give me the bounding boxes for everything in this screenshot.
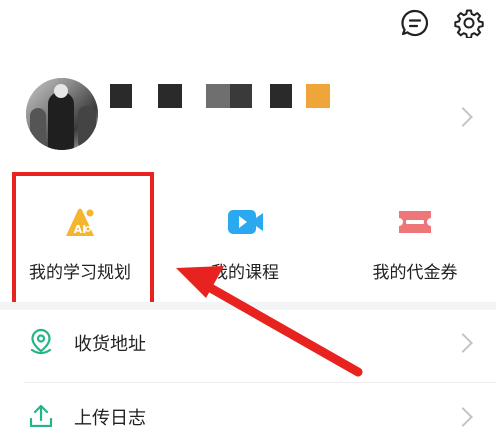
redacted-username-block: [230, 84, 252, 108]
location-pin-icon: [30, 328, 52, 355]
my-vouchers-button[interactable]: 我的代金券: [340, 190, 490, 294]
upload-log-label: 上传日志: [74, 408, 146, 427]
avatar[interactable]: [26, 78, 98, 150]
redacted-username-block: [158, 84, 182, 108]
my-courses-label: 我的课程: [211, 263, 279, 283]
chevron-right-icon: [453, 333, 473, 353]
shipping-address-label: 收货地址: [74, 334, 146, 355]
my-vouchers-label: 我的代金券: [372, 263, 458, 283]
ticket-voucher-icon: [399, 211, 431, 233]
redacted-username-block: [270, 84, 292, 108]
upload-icon: [29, 404, 53, 427]
list-divider: [24, 382, 496, 383]
message-bubble-icon[interactable]: [400, 8, 430, 38]
list-item-upload-log[interactable]: 上传日志: [0, 386, 496, 427]
redacted-username-block: [206, 84, 230, 108]
redacted-username-block: [110, 84, 132, 108]
chevron-right-icon: [453, 407, 473, 427]
redacted-badge-block: [306, 84, 330, 108]
gear-icon[interactable]: [454, 8, 484, 38]
my-courses-button[interactable]: 我的课程: [170, 190, 320, 294]
video-course-icon: [228, 210, 263, 234]
section-divider: [0, 302, 496, 310]
list-item-shipping-address[interactable]: 收货地址: [0, 312, 496, 372]
annotation-highlight-box: [12, 172, 154, 310]
profile-card[interactable]: [0, 62, 496, 170]
